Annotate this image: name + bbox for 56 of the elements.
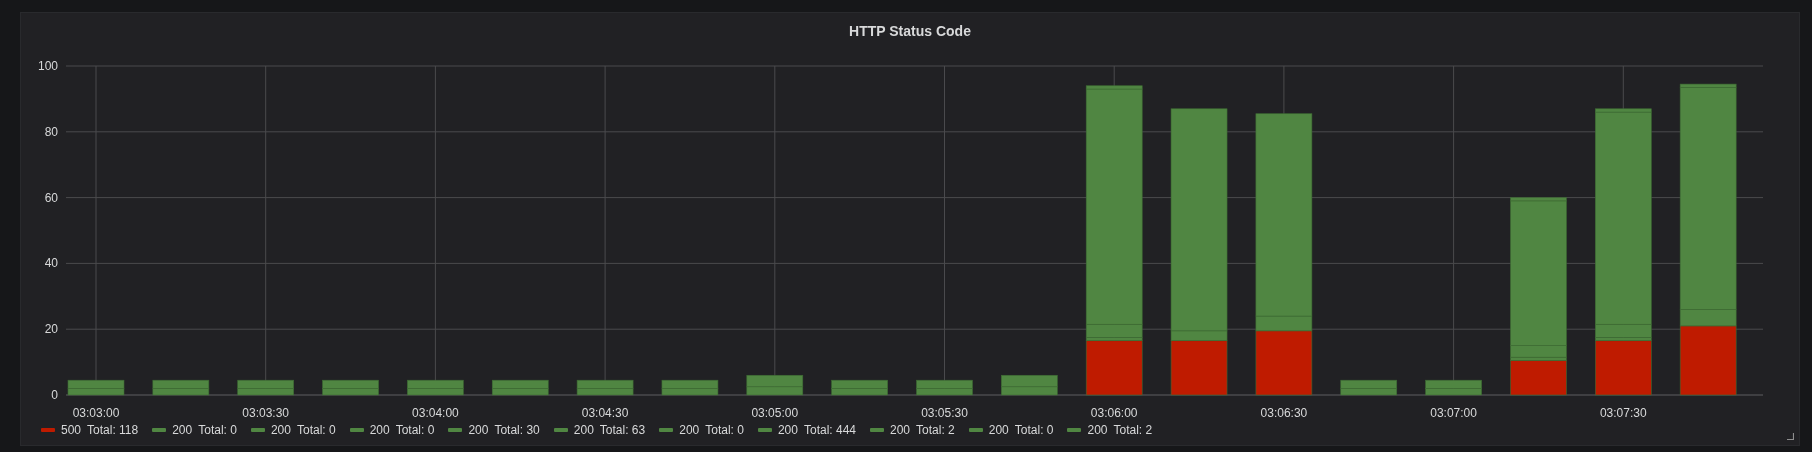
x-tick-label: 03:03:30 bbox=[242, 406, 290, 420]
legend-total: Total: 0 bbox=[1014, 423, 1054, 437]
legend-label[interactable]: 200 bbox=[890, 423, 911, 437]
bar-segment bbox=[661, 379, 719, 389]
x-tick-label: 03:07:00 bbox=[1430, 406, 1477, 420]
bar-segment bbox=[831, 379, 888, 389]
legend-label[interactable]: 200 bbox=[1087, 423, 1108, 437]
panel-title: HTTP Status Code bbox=[849, 23, 971, 39]
y-tick-label: 0 bbox=[51, 388, 58, 402]
legend-label[interactable]: 200 bbox=[468, 423, 489, 437]
x-tick-label: 03:04:00 bbox=[412, 406, 459, 420]
legend-label[interactable]: 200 bbox=[988, 423, 1009, 437]
bar-segment bbox=[407, 379, 464, 389]
x-tick-label: 03:05:30 bbox=[921, 406, 968, 420]
legend-label[interactable]: 200 bbox=[679, 423, 700, 437]
legend-total: Total: 0 bbox=[705, 423, 744, 437]
y-tick-label: 80 bbox=[44, 124, 58, 139]
y-tick-label: 60 bbox=[44, 190, 58, 205]
bar-segment bbox=[916, 379, 973, 389]
legend-label[interactable]: 200 bbox=[270, 423, 291, 437]
y-tick-label: 20 bbox=[44, 322, 58, 337]
x-tick-label: 03:05:00 bbox=[751, 406, 799, 420]
legend-total: Total: 0 bbox=[198, 423, 237, 437]
bar-segment bbox=[746, 374, 804, 388]
y-tick-label: 40 bbox=[44, 256, 58, 271]
legend-label[interactable]: 500 bbox=[61, 423, 82, 437]
bar-segment bbox=[576, 379, 634, 389]
legend-label[interactable]: 200 bbox=[369, 423, 390, 437]
x-tick-label: 03:03:00 bbox=[72, 406, 120, 420]
x-tick-label: 03:06:30 bbox=[1260, 406, 1308, 420]
bar-segment bbox=[67, 379, 125, 389]
resize-handle-icon[interactable] bbox=[1787, 433, 1794, 440]
legend-total: Total: 30 bbox=[494, 423, 540, 437]
x-tick-label: 03:07:30 bbox=[1599, 406, 1647, 420]
bar-segment bbox=[1425, 379, 1482, 389]
bar-segment bbox=[322, 379, 379, 389]
legend-total: Total: 63 bbox=[599, 423, 646, 437]
legend-total: Total: 0 bbox=[395, 423, 435, 437]
legend-total: Total: 2 bbox=[1113, 423, 1153, 437]
bar-segment bbox=[1001, 374, 1058, 388]
bar-segment bbox=[1340, 379, 1398, 389]
y-tick-label: 100 bbox=[37, 59, 58, 73]
legend-label[interactable]: 200 bbox=[777, 423, 798, 437]
legend-total: Total: 2 bbox=[916, 423, 955, 437]
legend-label[interactable]: 200 bbox=[573, 423, 594, 437]
x-tick-label: 03:04:30 bbox=[581, 406, 629, 420]
bar-segment bbox=[152, 379, 210, 389]
legend-label[interactable]: 200 bbox=[172, 423, 193, 437]
legend-total: Total: 444 bbox=[803, 423, 856, 437]
bar-segment bbox=[491, 379, 549, 389]
bar-segment bbox=[1001, 386, 1058, 396]
x-tick-label: 03:06:00 bbox=[1090, 406, 1138, 420]
bar-segment bbox=[237, 379, 294, 389]
bar-segment bbox=[746, 386, 804, 396]
legend-total: Total: 0 bbox=[296, 423, 336, 437]
legend-total: Total: 118 bbox=[87, 423, 139, 437]
